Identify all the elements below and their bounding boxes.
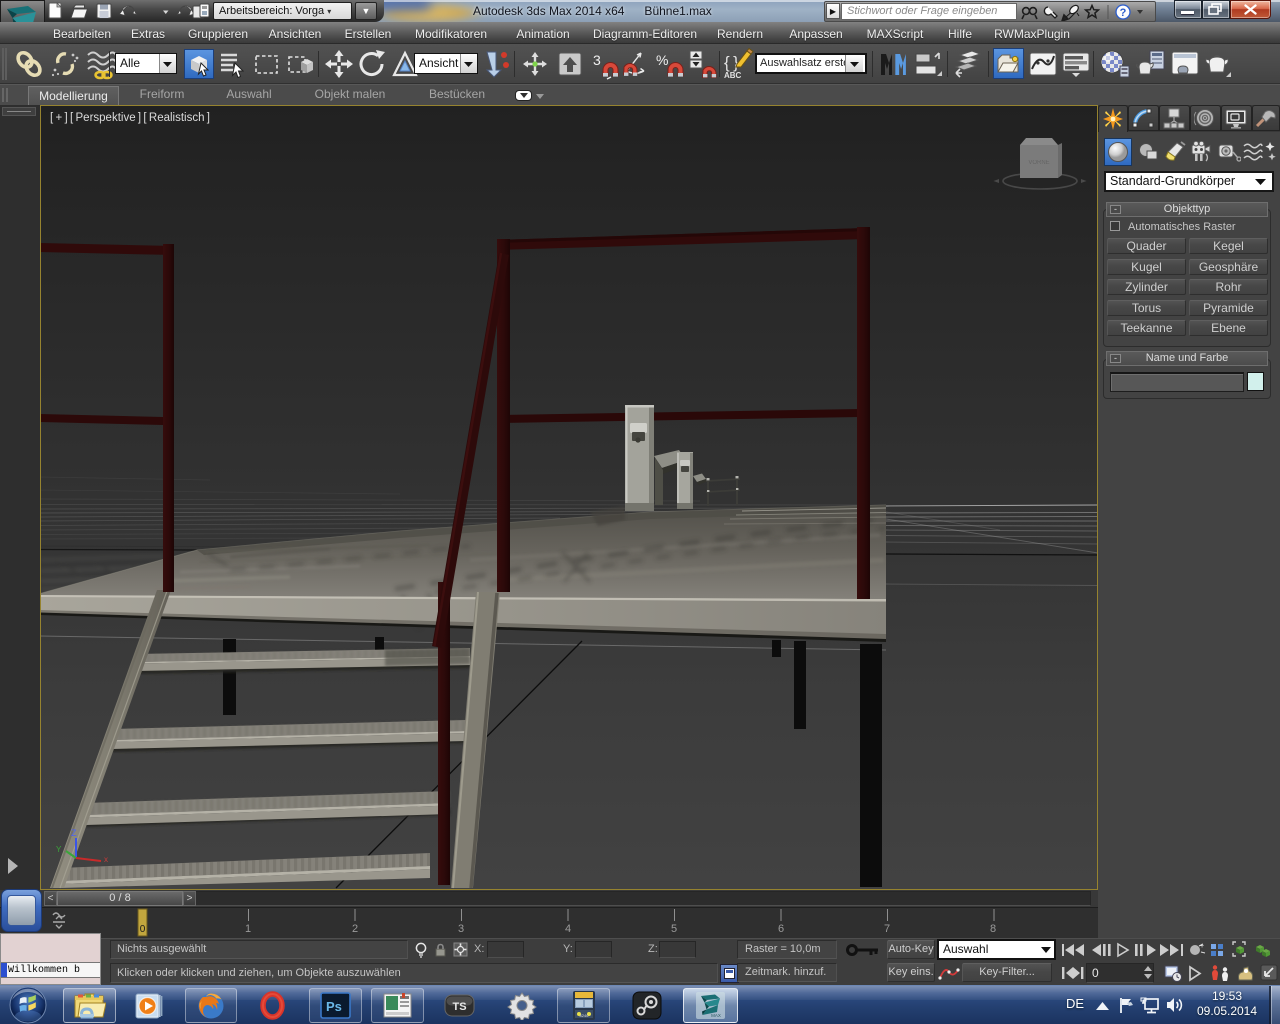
svg-text:VORNE: VORNE xyxy=(1028,160,1049,166)
svg-text:Z: Z xyxy=(71,828,77,838)
svg-text:8246: 8246 xyxy=(580,1013,590,1018)
svg-text:0: 0 xyxy=(140,924,146,935)
svg-text:7: 7 xyxy=(884,923,890,935)
svg-text:MAX: MAX xyxy=(711,1013,721,1018)
svg-text:8: 8 xyxy=(990,923,996,935)
svg-text:Y: Y xyxy=(56,845,62,854)
svg-text:Ps: Ps xyxy=(326,999,342,1014)
svg-text:{ }: { } xyxy=(724,53,739,72)
svg-text:%: % xyxy=(656,52,668,68)
svg-text:4: 4 xyxy=(565,923,571,935)
svg-text:x: x xyxy=(104,855,108,864)
svg-text:ABC: ABC xyxy=(724,71,742,80)
svg-text:?: ? xyxy=(1120,7,1127,19)
svg-text:6: 6 xyxy=(778,923,784,935)
svg-text:3: 3 xyxy=(458,923,464,935)
svg-text:3: 3 xyxy=(593,52,601,68)
svg-text:5: 5 xyxy=(671,923,677,935)
svg-text:+: + xyxy=(1200,943,1204,950)
svg-text:1: 1 xyxy=(245,923,251,935)
svg-text:[ + ] [ Perspektive ] [ Realis: [ + ] [ Perspektive ] [ Realistisch ] xyxy=(50,112,210,124)
svg-text:2: 2 xyxy=(352,923,358,935)
svg-text:TS: TS xyxy=(452,1001,466,1013)
